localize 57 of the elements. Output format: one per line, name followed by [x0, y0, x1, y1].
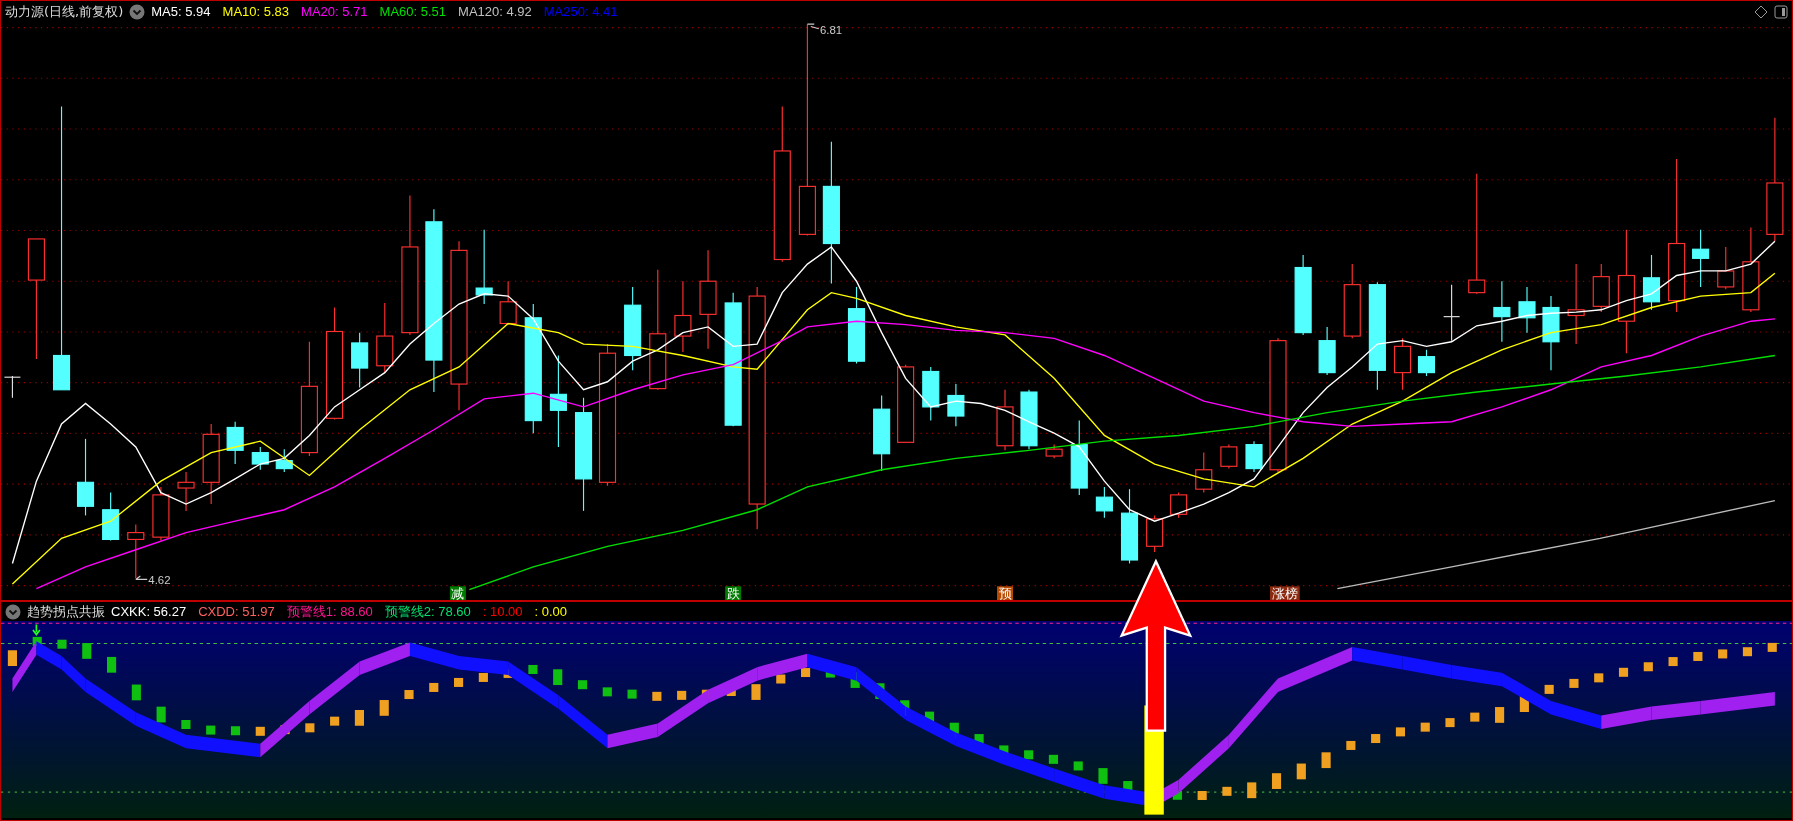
candlestick	[251, 446, 269, 471]
candlestick	[1020, 389, 1038, 450]
signal-label: 减	[449, 586, 466, 600]
indicator-value: CXKK: 56.27	[111, 602, 187, 621]
indicator-value: MA60: 5.51	[379, 3, 447, 22]
dropdown-icon[interactable]	[5, 603, 21, 620]
signal-label: 跌	[725, 586, 742, 600]
indicator-value: : 10.00	[482, 602, 523, 621]
candlestick	[226, 421, 244, 465]
candlestick	[1195, 452, 1213, 494]
candlestick	[1518, 286, 1536, 334]
candlestick	[351, 332, 369, 389]
indicator-value: MA20: 5.71	[301, 3, 368, 22]
candlestick	[1220, 444, 1238, 470]
panel-title: 动力源(日线,前复权)	[5, 3, 124, 22]
candlestick	[1146, 514, 1164, 553]
candlestick	[177, 471, 195, 512]
candlestick	[1443, 284, 1461, 342]
down-arrow-icon	[32, 623, 41, 636]
candlestick	[1318, 326, 1336, 376]
candlestick	[1642, 254, 1661, 311]
candlestick	[376, 302, 394, 374]
candlestick	[1692, 229, 1710, 288]
candlestick	[1393, 337, 1412, 391]
indicator-value: 预警线2: 78.60	[384, 602, 471, 621]
panel-title: 趋势拐点共振	[27, 602, 105, 621]
indicator-value: MA10: 5.83	[222, 3, 290, 22]
signal-label: 预	[997, 586, 1013, 600]
candlestick	[499, 280, 517, 326]
high-price-label: 6.81	[806, 23, 843, 37]
candlestick	[3, 375, 21, 399]
indicator-value: CXDD: 51.97	[198, 602, 275, 621]
candlestick	[275, 448, 293, 473]
diamond-icon[interactable]	[1754, 5, 1768, 19]
candlestick	[152, 486, 170, 542]
indicator-value: MA5: 5.94	[151, 3, 211, 22]
candlestick	[922, 366, 940, 422]
low-price-label: 4.62	[135, 574, 171, 586]
candlestick	[1493, 280, 1511, 343]
candlestick	[1592, 263, 1610, 313]
candlestick	[1245, 440, 1263, 473]
candlestick	[1717, 246, 1735, 290]
candlestick	[127, 524, 145, 579]
candlestick	[102, 492, 120, 542]
candlestick	[1417, 349, 1436, 377]
signal-label: 涨榜	[1270, 586, 1300, 600]
candlestick	[947, 383, 965, 427]
candlestick	[996, 389, 1014, 451]
indicator-value: MA120: 4.92	[458, 3, 532, 22]
candlestick	[1095, 486, 1113, 519]
dropdown-icon[interactable]	[129, 4, 146, 20]
candlestick	[1170, 492, 1188, 519]
panel-toggle-icon[interactable]	[1774, 5, 1788, 19]
indicator-value: MA250: 4.41	[543, 3, 618, 22]
indicator-value: 预警线1: 88.60	[286, 602, 373, 621]
indicator-value: : 0.00	[534, 602, 568, 621]
candlestick	[1045, 444, 1063, 459]
